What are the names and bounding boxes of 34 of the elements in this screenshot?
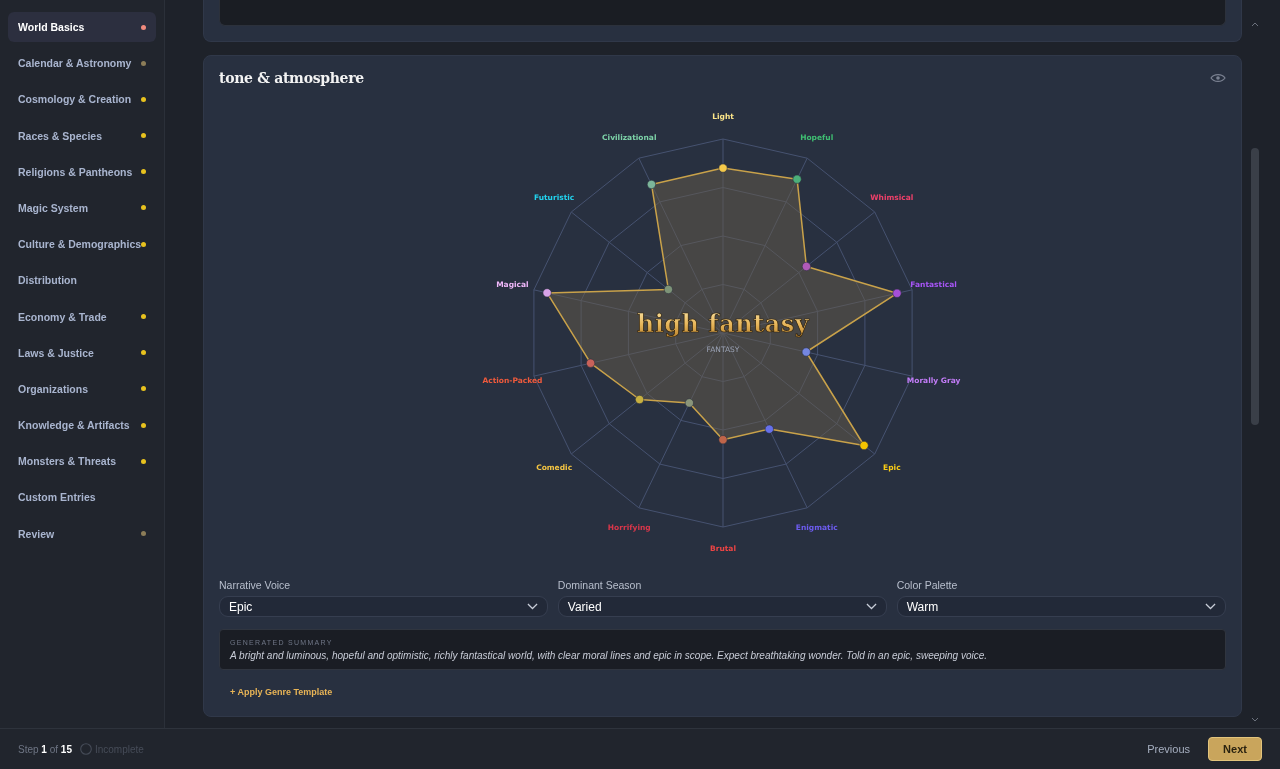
scrollbar-thumb[interactable]: [1251, 148, 1259, 425]
dropdown[interactable]: Varied: [557, 596, 888, 617]
section-title: tone & atmosphere: [219, 70, 364, 86]
sidebar-item[interactable]: World Basics: [8, 12, 156, 42]
eye-icon[interactable]: [1210, 73, 1226, 83]
sidebar-item[interactable]: Knowledge & Artifacts: [8, 410, 156, 441]
next-button[interactable]: Next: [1208, 737, 1262, 761]
field-label: Color Palette: [896, 579, 958, 591]
sidebar-item[interactable]: Cosmology & Creation: [8, 84, 156, 115]
sidebar-item[interactable]: Laws & Justice: [8, 337, 156, 368]
previous-button[interactable]: Previous: [1141, 739, 1196, 759]
sidebar-item[interactable]: Review: [8, 518, 156, 549]
sidebar-item[interactable]: Organizations: [8, 373, 156, 404]
sidebar-item[interactable]: Custom Entries: [8, 482, 156, 513]
sidebar-item[interactable]: Distribution: [8, 265, 156, 296]
scroll-down-icon[interactable]: [1251, 717, 1259, 722]
chevron-down-icon: [1205, 603, 1216, 610]
dropdown[interactable]: Epic: [219, 596, 549, 617]
field-label: Narrative Voice: [219, 579, 291, 591]
sidebar-item[interactable]: Economy & Trade: [8, 301, 156, 332]
summary-text: A bright and luminous, hopeful and optimistic, richly fantastical world, with clear moral lines and epic in scope. Expect breathtaking wonder. Told in an epic, sweeping voice.: [230, 650, 988, 661]
field-label: Dominant Season: [557, 579, 642, 591]
step-counter: Step 1 of 15: [18, 743, 72, 755]
sidebar-item[interactable]: Culture & Demographics: [8, 229, 156, 260]
sidebar-item[interactable]: Races & Species: [8, 120, 156, 151]
sidebar-item[interactable]: Monsters & Threats: [8, 446, 156, 477]
sidebar-item[interactable]: Religions & Pantheons: [8, 156, 156, 187]
chevron-down-icon: [866, 603, 878, 610]
chevron-down-icon: [527, 603, 539, 610]
scroll-up-icon[interactable]: [1251, 22, 1259, 27]
sidebar-item[interactable]: Magic System: [8, 192, 156, 223]
sidebar-item[interactable]: Calendar & Astronomy: [8, 48, 156, 79]
apply-template-button[interactable]: + Apply Genre Template: [224, 685, 339, 699]
dropdown[interactable]: Warm: [896, 596, 1226, 617]
